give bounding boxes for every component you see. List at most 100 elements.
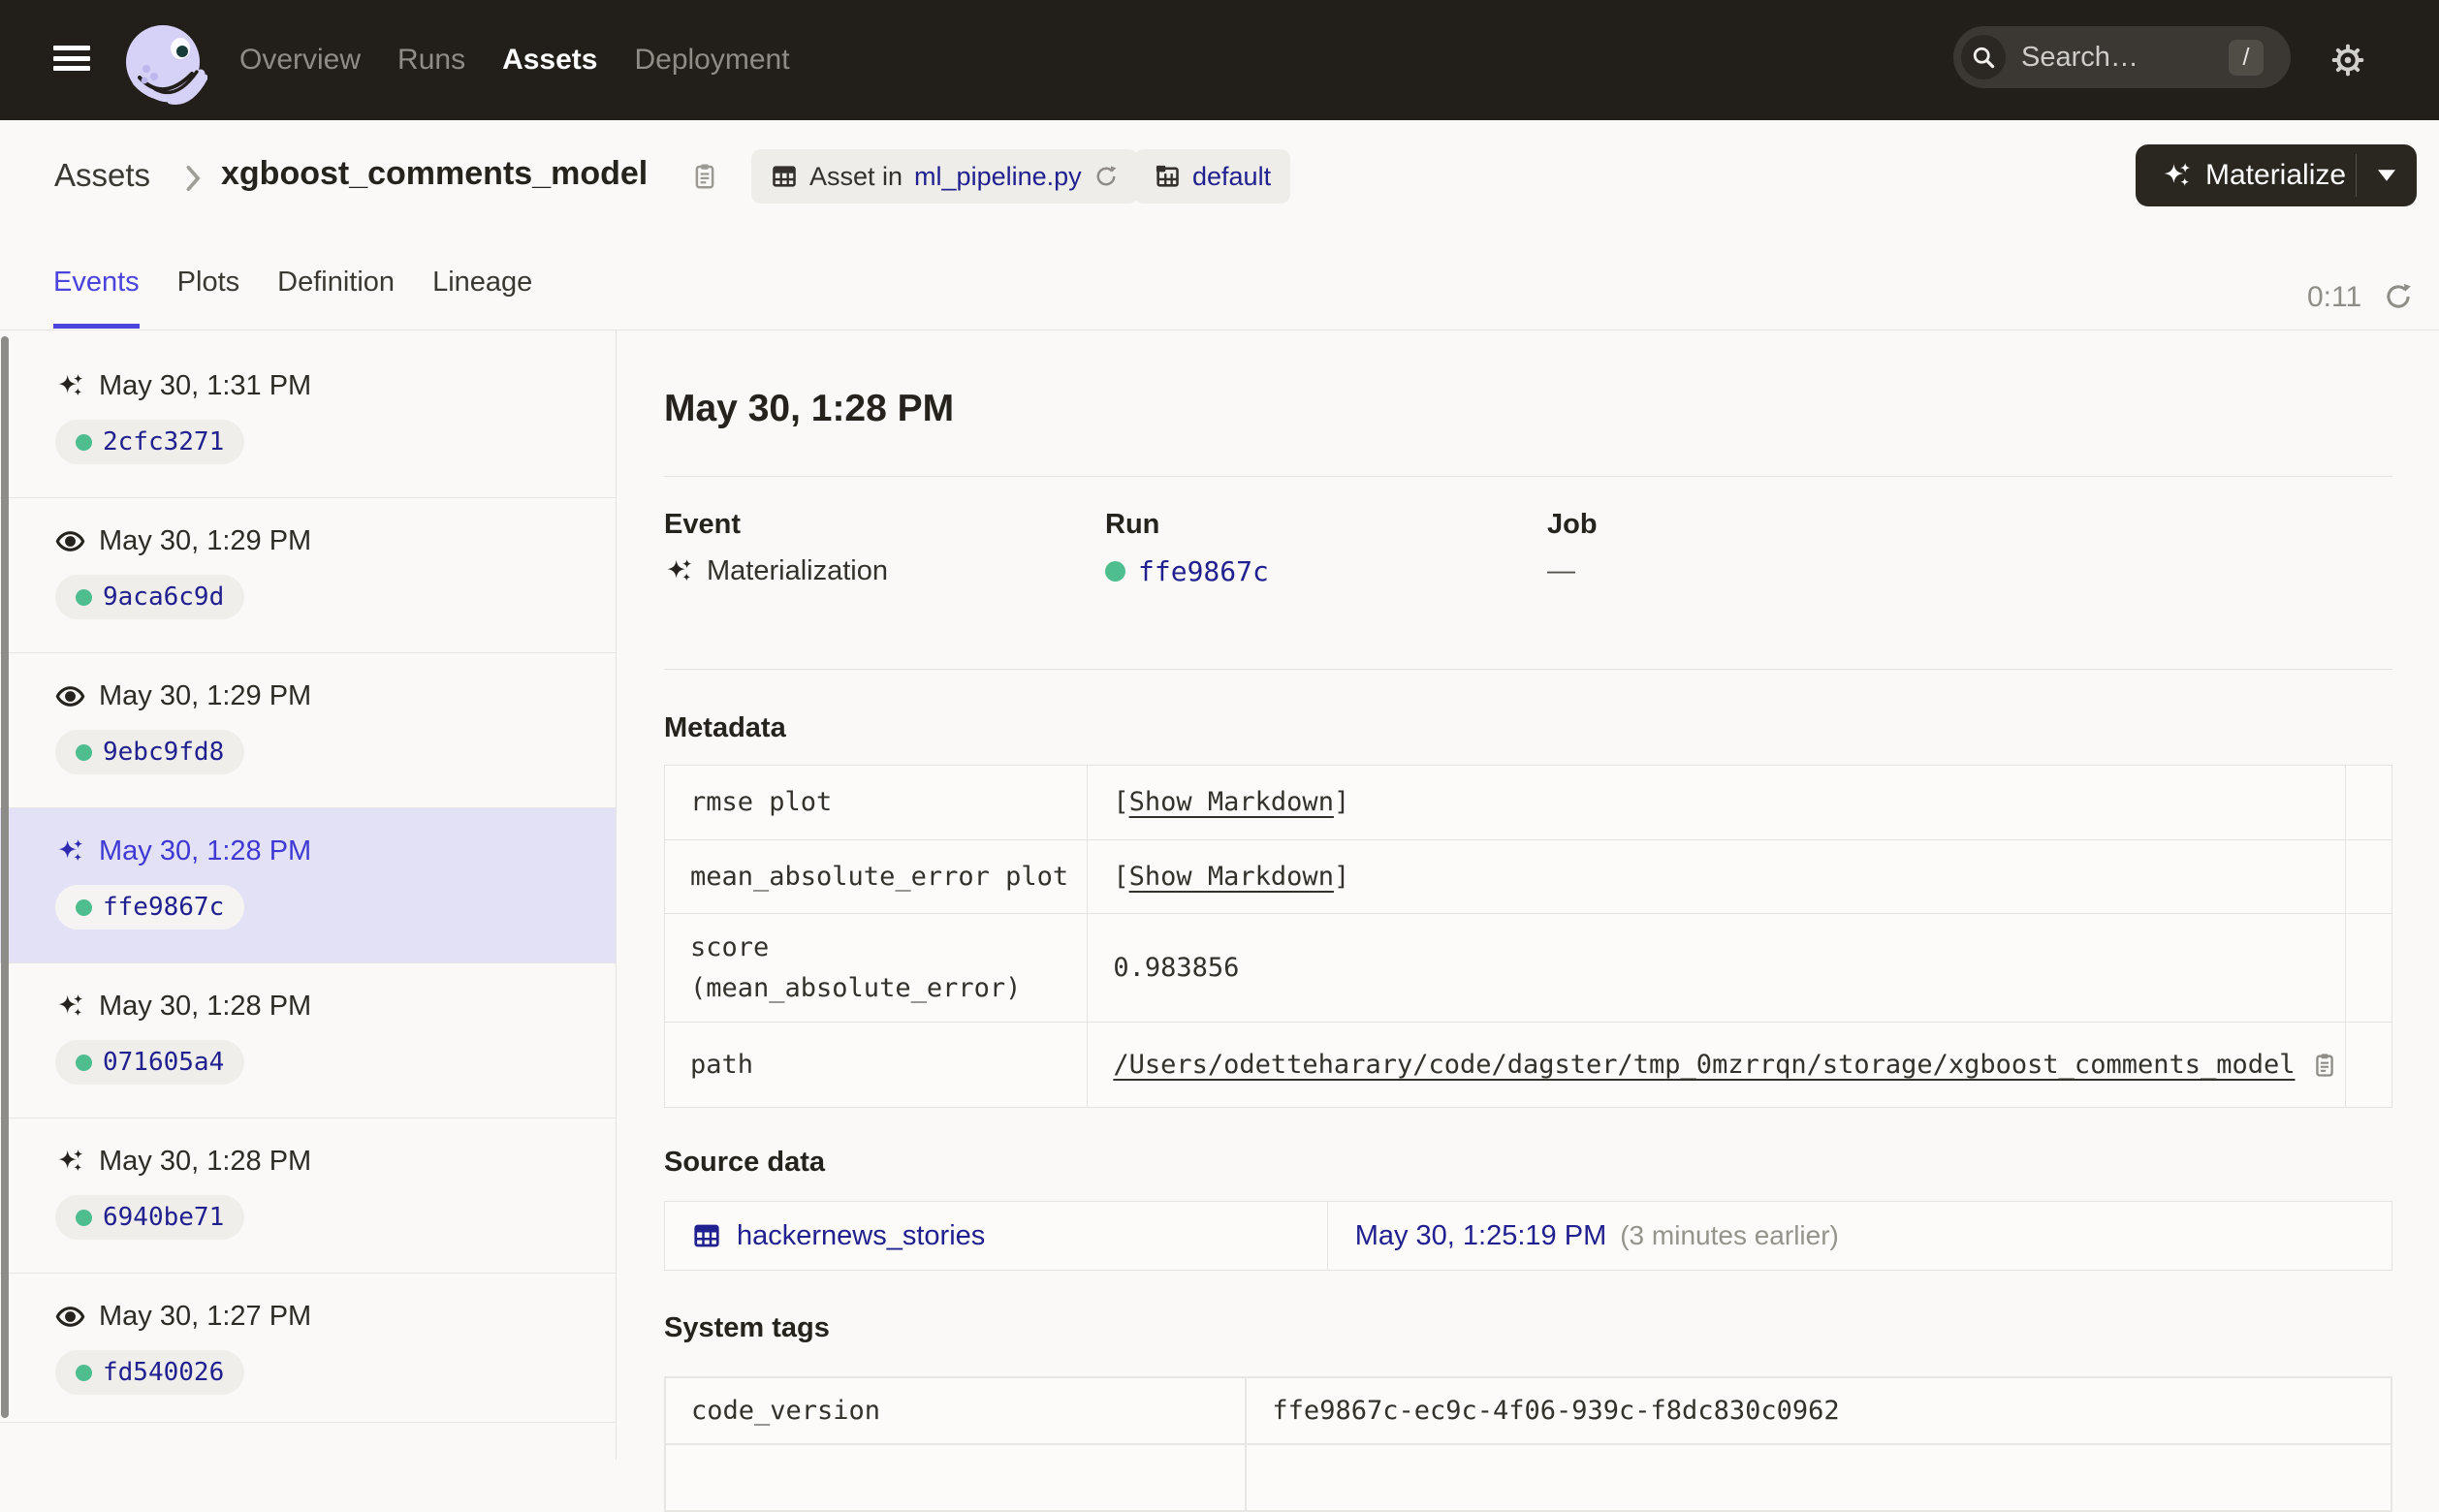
metadata-table: rmse plot [Show Markdown] mean_absolute_… <box>663 765 2392 1108</box>
show-markdown-link[interactable]: Show Markdown <box>1129 862 1334 892</box>
tab-events[interactable]: Events <box>53 267 140 329</box>
tab-plots[interactable]: Plots <box>177 267 239 329</box>
table-row: code_version ffe9867c-ec9c-4f06-939c-f8d… <box>663 1376 2392 1445</box>
pipeline-file-link[interactable]: ml_pipeline.py <box>914 162 1082 192</box>
source-data-table: hackernews_stories May 30, 1:25:19 PM (3… <box>664 1201 2393 1271</box>
table-row: rmse plot [Show Markdown] <box>663 765 2392 840</box>
event-list-item[interactable]: May 30, 1:28 PM 071605a4 <box>0 963 616 1118</box>
materialization-icon <box>55 992 85 1022</box>
source-timestamp-link[interactable]: May 30, 1:25:19 PM <box>1355 1220 1607 1252</box>
event-list-item-selected[interactable]: May 30, 1:28 PM ffe9867c <box>0 808 616 963</box>
top-nav: Overview Runs Assets Deployment / <box>0 0 2439 120</box>
nav-item-runs[interactable]: Runs <box>397 44 465 77</box>
run-pill[interactable]: ffe9867c <box>55 885 245 929</box>
search-icon <box>1961 35 2006 79</box>
refresh-icon[interactable] <box>2383 281 2414 312</box>
event-column-label: Event <box>664 509 741 540</box>
metadata-key: rmse plot <box>663 765 1089 840</box>
nav-item-overview[interactable]: Overview <box>239 44 361 77</box>
copy-asset-name-icon[interactable] <box>690 161 719 192</box>
materialization-icon <box>664 556 694 586</box>
run-id-link[interactable]: 071605a4 <box>103 1048 224 1077</box>
event-timestamp: May 30, 1:29 PM <box>99 680 312 711</box>
breadcrumb-assets-link[interactable]: Assets <box>54 157 150 194</box>
search-input[interactable] <box>2021 41 2196 74</box>
run-pill[interactable]: 071605a4 <box>55 1040 245 1085</box>
materialize-dropdown-caret[interactable] <box>2357 144 2417 206</box>
metadata-value: [Show Markdown] <box>1087 765 2347 840</box>
event-list-item[interactable]: May 30, 1:27 PM fd540026 <box>0 1274 616 1423</box>
job-value: — <box>1547 555 1575 586</box>
run-pill[interactable]: 6940be71 <box>55 1195 245 1240</box>
run-pill[interactable]: fd540026 <box>55 1350 245 1395</box>
observation-icon <box>55 681 85 711</box>
tab-definition[interactable]: Definition <box>277 267 395 329</box>
search-shortcut-key: / <box>2229 40 2264 76</box>
metadata-heading: Metadata <box>664 712 786 743</box>
source-asset-link[interactable]: hackernews_stories <box>692 1220 1327 1252</box>
repo-badge: default <box>1134 149 1291 204</box>
observation-icon <box>55 526 85 556</box>
breadcrumb: Assets xgboost_comments_model Asset in m… <box>0 140 2439 213</box>
metadata-value: [Show Markdown] <box>1087 839 2347 914</box>
system-tags-table: code_version ffe9867c-ec9c-4f06-939c-f8d… <box>663 1376 2392 1512</box>
event-list-item[interactable]: May 30, 1:29 PM 9ebc9fd8 <box>0 653 616 808</box>
event-list-item[interactable]: May 30, 1:29 PM 9aca6c9d <box>0 498 616 653</box>
page-title: xgboost_comments_model <box>221 155 649 192</box>
search-bar[interactable]: / <box>1953 26 2291 88</box>
system-tag-value: ffe9867c-ec9c-4f06-939c-f8dc830c0962 <box>1245 1376 2392 1445</box>
run-id-link[interactable]: 6940be71 <box>103 1203 224 1232</box>
nav-item-deployment[interactable]: Deployment <box>634 44 789 77</box>
settings-gear-icon[interactable] <box>2330 43 2365 78</box>
table-grid-icon <box>692 1221 721 1250</box>
materialization-icon <box>55 1147 85 1177</box>
table-row <box>663 1443 2392 1512</box>
event-timestamp: May 30, 1:28 PM <box>99 835 312 866</box>
system-tags-heading: System tags <box>664 1312 830 1343</box>
event-list-item[interactable]: May 30, 1:31 PM 2cfc3271 <box>0 331 616 498</box>
run-pill[interactable]: 9ebc9fd8 <box>55 730 245 774</box>
run-pill[interactable]: 9aca6c9d <box>55 575 245 619</box>
event-list-item[interactable]: May 30, 1:28 PM 6940be71 <box>0 1118 616 1274</box>
event-timestamp: May 30, 1:29 PM <box>99 525 312 556</box>
path-link[interactable]: /Users/odetteharary/code/dagster/tmp_0mz… <box>1113 1045 2295 1086</box>
tab-lineage[interactable]: Lineage <box>432 267 532 329</box>
event-detail-heading: May 30, 1:28 PM <box>664 388 955 429</box>
asset-in-label: Asset in <box>809 161 903 191</box>
sparkle-icon <box>2161 160 2193 192</box>
materialization-icon <box>55 371 85 401</box>
run-id-link[interactable]: fd540026 <box>103 1358 224 1387</box>
run-id-link[interactable]: ffe9867c <box>103 893 224 922</box>
run-id-link[interactable]: ffe9867c <box>1138 555 1269 587</box>
reload-location-icon[interactable] <box>1093 164 1119 189</box>
show-markdown-link[interactable]: Show Markdown <box>1129 787 1334 817</box>
repo-default-link[interactable]: default <box>1192 162 1271 192</box>
dagster-logo[interactable] <box>120 21 207 109</box>
sidebar-scrollbar[interactable] <box>1 336 9 1418</box>
chevron-right-icon <box>185 165 205 192</box>
job-column-label: Job <box>1547 509 1598 540</box>
materialize-button[interactable]: Materialize <box>2136 144 2417 206</box>
source-timestamp-note: (3 minutes earlier) <box>1620 1219 1839 1250</box>
hamburger-menu-icon[interactable] <box>53 46 90 71</box>
observation-icon <box>55 1302 85 1332</box>
run-status-dot <box>76 1054 92 1071</box>
run-pill[interactable]: 2cfc3271 <box>55 420 245 464</box>
source-data-heading: Source data <box>664 1147 825 1178</box>
metadata-key: path <box>663 1022 1089 1108</box>
run-id-link[interactable]: 9ebc9fd8 <box>103 738 224 767</box>
event-list-sidebar: May 30, 1:31 PM 2cfc3271 May 30, 1:29 PM… <box>0 331 617 1460</box>
table-row: score (mean_absolute_error) 0.983856 <box>663 913 2392 1023</box>
copy-path-icon[interactable] <box>2311 1051 2338 1080</box>
auto-refresh-timer: 0:11 <box>2307 281 2362 313</box>
table-row: mean_absolute_error plot [Show Markdown] <box>663 839 2392 914</box>
event-timestamp: May 30, 1:27 PM <box>99 1301 312 1332</box>
run-id-link[interactable]: 9aca6c9d <box>103 583 224 612</box>
run-status-dot <box>76 1209 92 1226</box>
asset-location-badge: Asset in ml_pipeline.py <box>751 149 1138 204</box>
run-column-label: Run <box>1105 509 1160 540</box>
run-id-link[interactable]: 2cfc3271 <box>103 427 224 457</box>
run-status-dot <box>1105 561 1125 582</box>
nav-item-assets[interactable]: Assets <box>502 44 597 77</box>
table-row: hackernews_stories May 30, 1:25:19 PM (3… <box>664 1201 2393 1271</box>
